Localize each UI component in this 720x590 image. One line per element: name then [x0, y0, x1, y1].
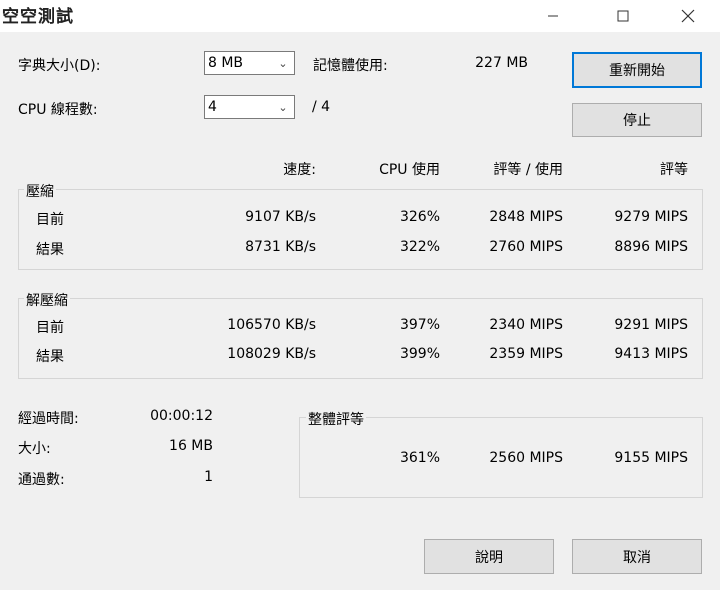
decompress-result-label: 結果 [36, 349, 64, 365]
stop-button[interactable]: 停止 [572, 103, 702, 137]
decompress-group [18, 298, 703, 379]
dictionary-size-select[interactable]: 8 MB ⌄ [204, 51, 295, 75]
window-title: 空空測試 [2, 7, 74, 27]
decompress-result-rating: 9413 MIPS [614, 346, 688, 362]
cpu-threads-select[interactable]: 4 ⌄ [204, 95, 295, 119]
dictionary-size-label: 字典大小(D): [18, 58, 101, 74]
column-header-cpu: CPU 使用 [379, 162, 440, 178]
compress-current-rating-usage: 2848 MIPS [489, 209, 563, 225]
chevron-down-icon: ⌄ [278, 100, 288, 114]
compress-result-speed: 8731 KB/s [245, 239, 316, 255]
maximize-icon[interactable] [600, 0, 646, 32]
size-label: 大小: [18, 441, 51, 457]
cancel-button[interactable]: 取消 [572, 539, 702, 574]
cpu-threads-label: CPU 線程數: [18, 102, 98, 118]
decompress-result-speed: 108029 KB/s [227, 346, 316, 362]
compress-group [18, 189, 703, 270]
compress-current-rating: 9279 MIPS [614, 209, 688, 225]
passes-value: 1 [204, 469, 213, 485]
compress-result-rating-usage: 2760 MIPS [489, 239, 563, 255]
compress-group-title: 壓縮 [24, 181, 56, 201]
decompress-current-label: 目前 [36, 320, 64, 336]
decompress-current-rating: 9291 MIPS [614, 317, 688, 333]
overall-cpu: 361% [399, 450, 440, 466]
compress-result-label: 結果 [36, 242, 64, 258]
cpu-threads-value: 4 [208, 99, 217, 115]
memory-usage-label: 記憶體使用: [313, 58, 388, 74]
elapsed-time-value: 00:00:12 [150, 408, 213, 424]
chevron-down-icon: ⌄ [278, 56, 288, 70]
column-header-rating: 評等 [660, 162, 688, 178]
column-header-rating-usage: 評等 / 使用 [493, 162, 563, 178]
passes-label: 通過數: [18, 472, 65, 488]
column-header-speed: 速度: [283, 162, 316, 178]
memory-usage-value: 227 MB [475, 55, 528, 71]
overall-rating-title: 整體評等 [306, 409, 366, 429]
overall-rating: 9155 MIPS [614, 450, 688, 466]
compress-result-rating: 8896 MIPS [614, 239, 688, 255]
compress-result-cpu: 322% [399, 239, 440, 255]
minimize-icon[interactable] [530, 0, 576, 32]
compress-current-cpu: 326% [399, 209, 440, 225]
decompress-current-rating-usage: 2340 MIPS [489, 317, 563, 333]
overall-rating-usage: 2560 MIPS [489, 450, 563, 466]
help-button[interactable]: 說明 [424, 539, 554, 574]
compress-current-label: 目前 [36, 212, 64, 228]
dictionary-size-value: 8 MB [208, 55, 244, 71]
decompress-result-cpu: 399% [399, 346, 440, 362]
compress-current-speed: 9107 KB/s [245, 209, 316, 225]
cpu-threads-max: / 4 [312, 99, 331, 115]
decompress-result-rating-usage: 2359 MIPS [489, 346, 563, 362]
close-icon[interactable] [665, 0, 711, 32]
decompress-current-cpu: 397% [399, 317, 440, 333]
size-value: 16 MB [169, 438, 213, 454]
elapsed-time-label: 經過時間: [18, 411, 79, 427]
restart-button[interactable]: 重新開始 [572, 52, 702, 88]
decompress-current-speed: 106570 KB/s [227, 317, 316, 333]
decompress-group-title: 解壓縮 [24, 290, 70, 310]
